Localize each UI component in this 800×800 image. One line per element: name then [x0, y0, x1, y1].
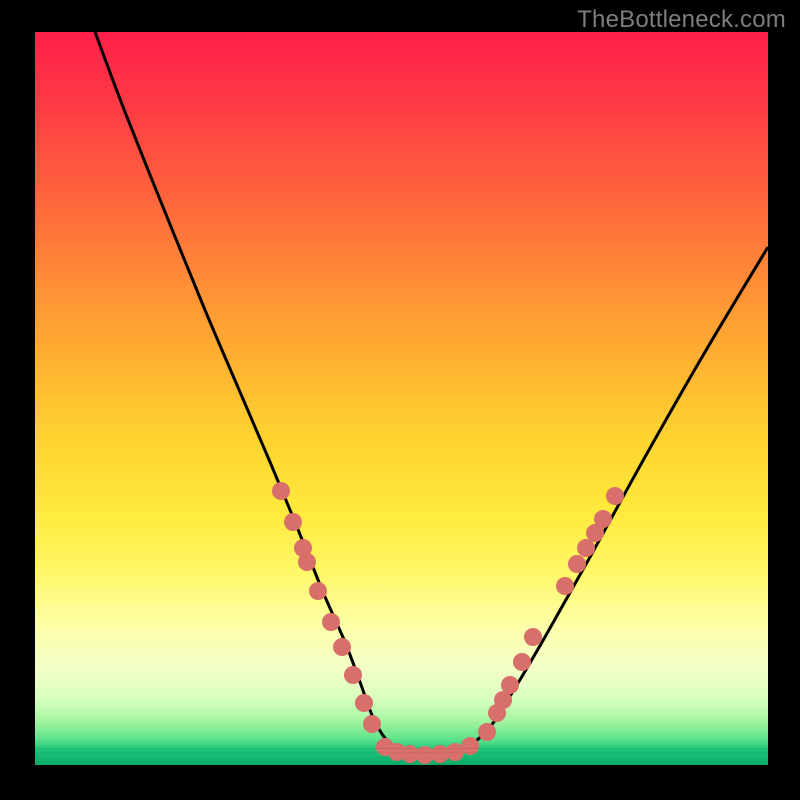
data-point: [446, 743, 464, 761]
data-point: [501, 676, 519, 694]
chart-frame: TheBottleneck.com: [0, 0, 800, 800]
data-point: [309, 582, 327, 600]
plot-area: [35, 32, 768, 765]
data-point: [272, 482, 290, 500]
data-point: [461, 737, 479, 755]
data-point: [363, 715, 381, 733]
data-point: [568, 555, 586, 573]
data-point: [494, 691, 512, 709]
data-point: [594, 510, 612, 528]
data-point: [524, 628, 542, 646]
curve-layer: [35, 32, 768, 765]
watermark-text: TheBottleneck.com: [577, 6, 786, 34]
data-point: [416, 746, 434, 764]
data-point: [388, 743, 406, 761]
data-point: [401, 745, 419, 763]
data-point: [333, 638, 351, 656]
data-point: [294, 539, 312, 557]
data-point: [556, 577, 574, 595]
data-point: [355, 694, 373, 712]
data-point: [376, 738, 394, 756]
data-point: [586, 524, 604, 542]
data-point: [513, 653, 531, 671]
data-point: [577, 539, 595, 557]
data-point: [284, 513, 302, 531]
marker-group: [272, 482, 624, 764]
data-point: [344, 666, 362, 684]
data-point: [478, 723, 496, 741]
data-point: [606, 487, 624, 505]
data-point: [431, 745, 449, 763]
data-point: [322, 613, 340, 631]
data-point: [488, 704, 506, 722]
bottleneck-curve: [95, 32, 768, 755]
data-point: [298, 553, 316, 571]
